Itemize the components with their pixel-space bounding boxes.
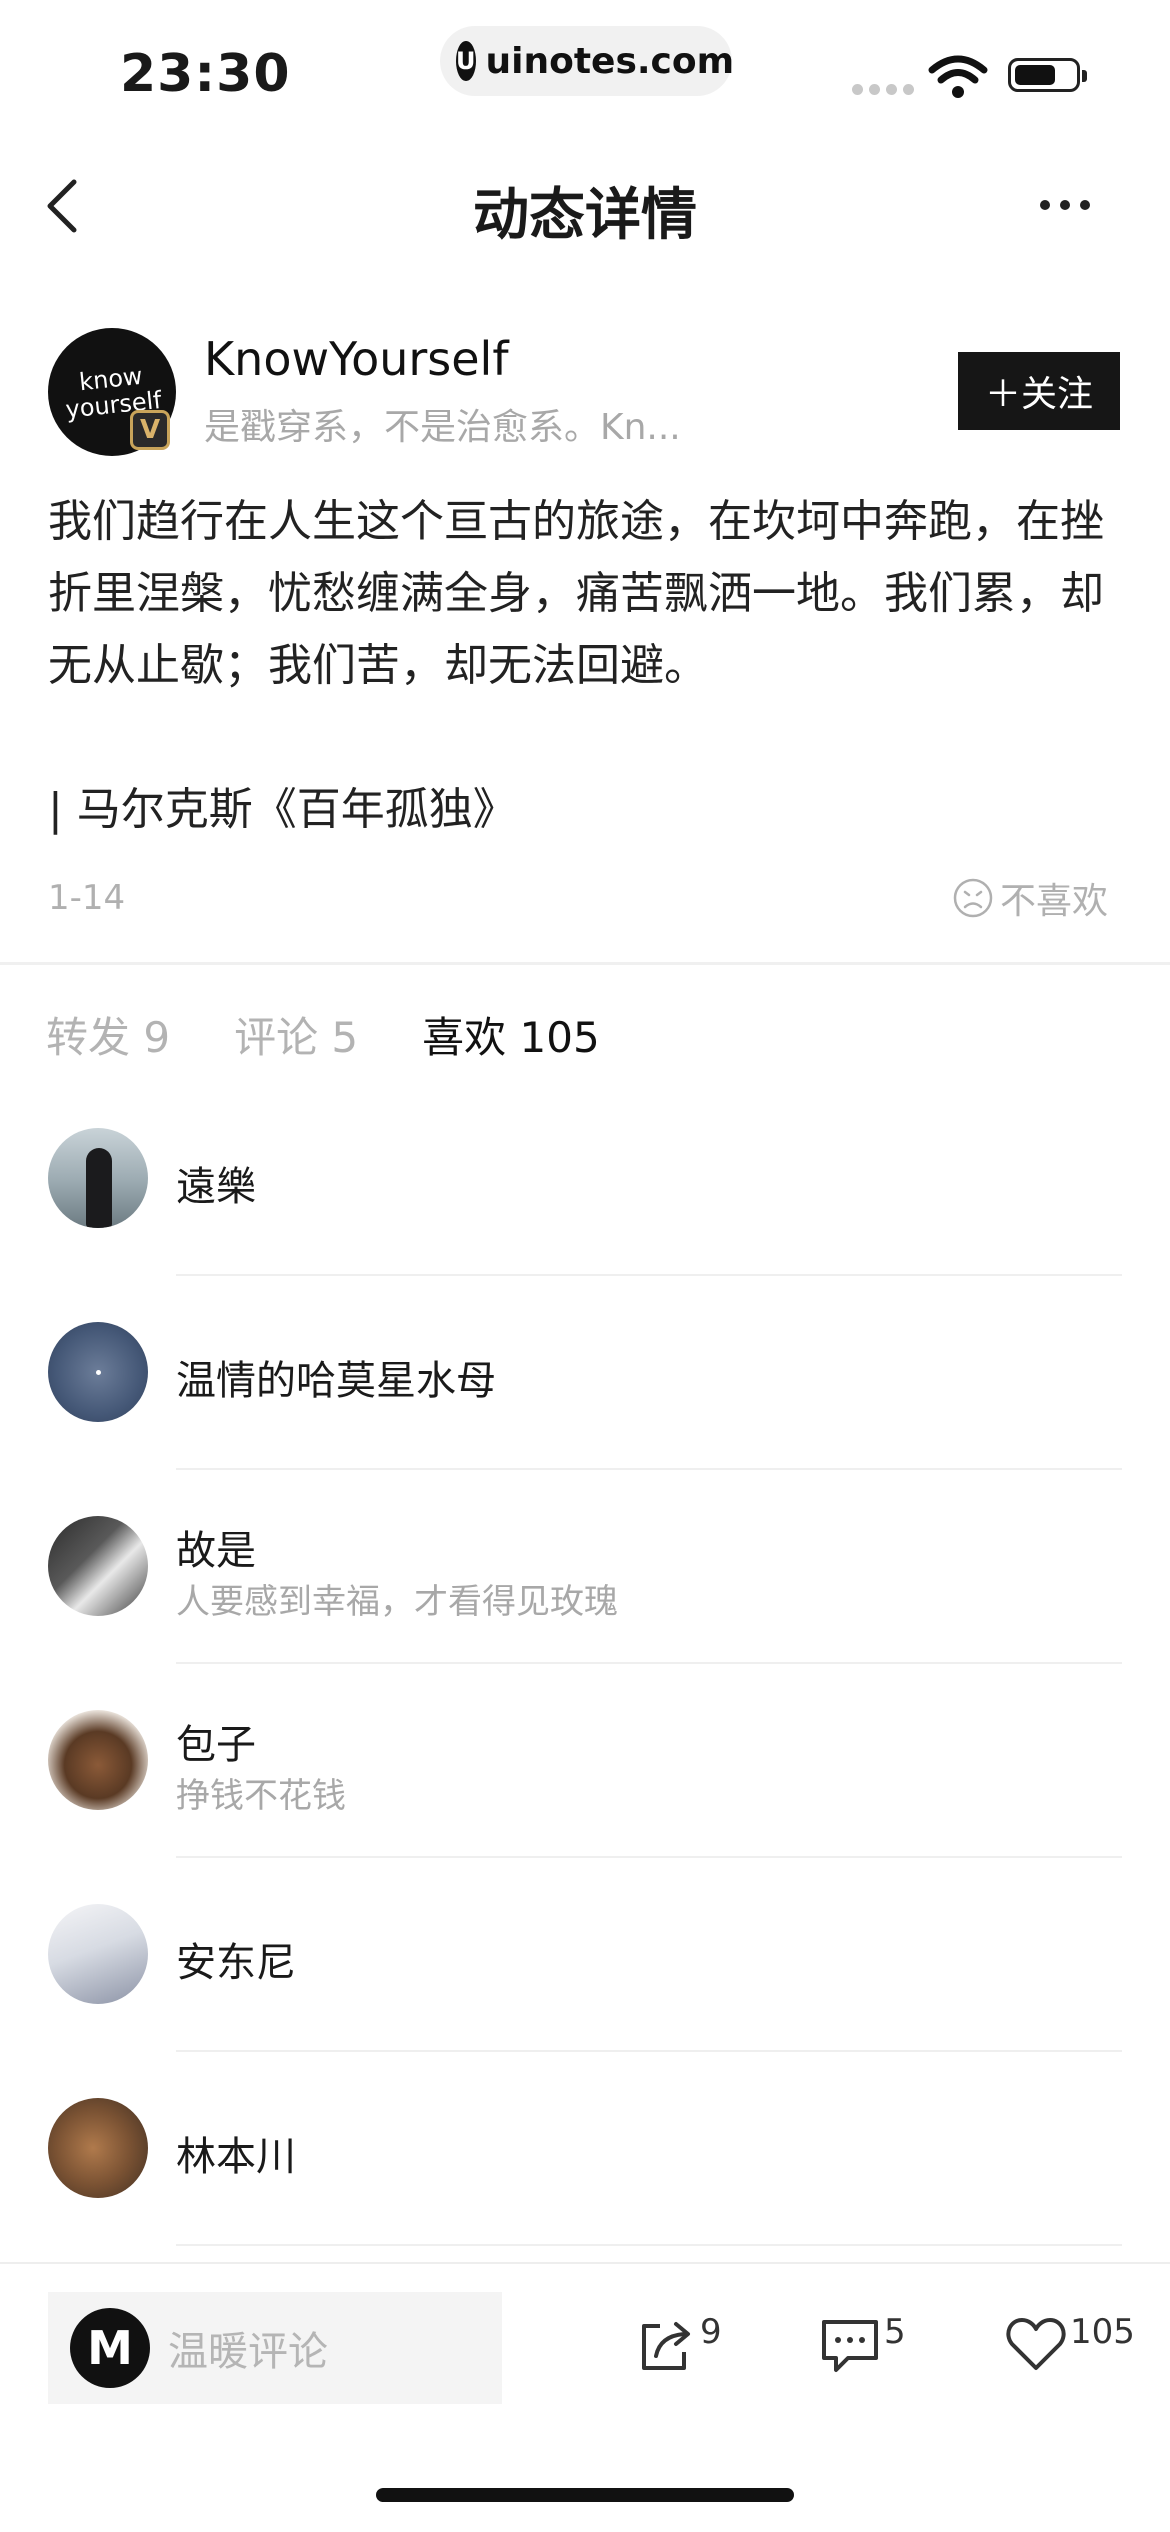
post-quote: | 马尔克斯《百年孤独》 [48, 784, 517, 835]
tab-comments[interactable]: 评论 5 [234, 1004, 358, 1065]
signal-icon [852, 84, 914, 95]
divider [176, 1662, 1122, 1664]
divider [176, 2050, 1122, 2052]
avatar[interactable] [48, 1322, 148, 1422]
status-time: 23:30 [120, 44, 291, 104]
comment-icon [822, 2320, 878, 2372]
avatar[interactable] [48, 2098, 148, 2198]
liker-name[interactable]: 故是 [176, 1518, 256, 1576]
sad-face-icon [953, 878, 993, 918]
avatar[interactable] [48, 1904, 148, 2004]
divider [176, 1274, 1122, 1276]
dislike-label: 不喜欢 [1000, 881, 1109, 922]
list-item[interactable]: 遠樂 [0, 1128, 1170, 1322]
comment-count: 5 [884, 2312, 906, 2352]
share-count: 9 [700, 2312, 722, 2352]
follow-button[interactable]: ＋关注 [958, 352, 1120, 430]
avatar[interactable] [48, 1516, 148, 1616]
post-date: 1-14 [48, 878, 126, 918]
liker-name[interactable]: 温情的哈莫星水母 [176, 1348, 496, 1406]
section-divider [0, 962, 1170, 965]
liker-name[interactable]: 安东尼 [176, 1930, 296, 1988]
page-title: 动态详情 [473, 183, 697, 248]
verified-badge-icon: V [130, 410, 170, 450]
url-pill[interactable]: U uinotes.com [440, 26, 735, 96]
author-bio: 是戳穿系，不是治愈系。Kn... [204, 407, 681, 448]
comment-input[interactable]: M 温暖评论 [48, 2292, 502, 2404]
post-text: 我们趋行在人生这个亘古的旅途，在坎坷中奔跑，在挫折里涅槃，忧愁缠满全身，痛苦飘洒… [48, 496, 1104, 691]
avatar[interactable] [48, 1710, 148, 1810]
like-button[interactable]: 105 [1004, 2312, 1135, 2376]
list-item[interactable]: 包子 挣钱不花钱 [0, 1710, 1170, 1904]
tab-likes[interactable]: 喜欢 105 [422, 1004, 600, 1065]
comment-button[interactable]: 5 [818, 2312, 906, 2376]
battery-icon [1008, 58, 1087, 92]
url-text: uinotes.com [485, 40, 735, 82]
divider [176, 1468, 1122, 1470]
more-options-icon[interactable] [1040, 200, 1090, 210]
tab-reposts[interactable]: 转发 9 [46, 1004, 170, 1065]
author-name[interactable]: KnowYourself [204, 332, 509, 386]
list-item[interactable]: 故是 人要感到幸福，才看得见玫瑰 [0, 1516, 1170, 1710]
site-logo-icon: U [456, 41, 476, 81]
divider [176, 2244, 1122, 2246]
interaction-tabs: 转发 9 评论 5 喜欢 105 [46, 1004, 600, 1065]
bottom-bar-divider [0, 2262, 1170, 2264]
avatar[interactable] [48, 1128, 148, 1228]
liker-signature: 挣钱不花钱 [176, 1776, 346, 1816]
wifi-icon [928, 55, 988, 98]
list-item[interactable]: 温情的哈莫星水母 [0, 1322, 1170, 1516]
home-indicator[interactable] [376, 2488, 794, 2502]
dislike-button[interactable]: 不喜欢 [952, 872, 1108, 924]
liker-name[interactable]: 林本川 [176, 2124, 296, 2182]
list-item[interactable]: 安东尼 [0, 1904, 1170, 2098]
divider [176, 1856, 1122, 1858]
heart-icon [1006, 2318, 1066, 2370]
liker-name[interactable]: 包子 [176, 1712, 256, 1770]
liker-signature: 人要感到幸福，才看得见玫瑰 [176, 1582, 618, 1622]
share-icon [642, 2322, 690, 2370]
like-count: 105 [1070, 2312, 1135, 2352]
share-button[interactable]: 9 [634, 2312, 722, 2376]
user-avatar: M [70, 2308, 150, 2388]
comment-placeholder: 温暖评论 [168, 2329, 328, 2375]
liker-name[interactable]: 遠樂 [176, 1154, 256, 1212]
